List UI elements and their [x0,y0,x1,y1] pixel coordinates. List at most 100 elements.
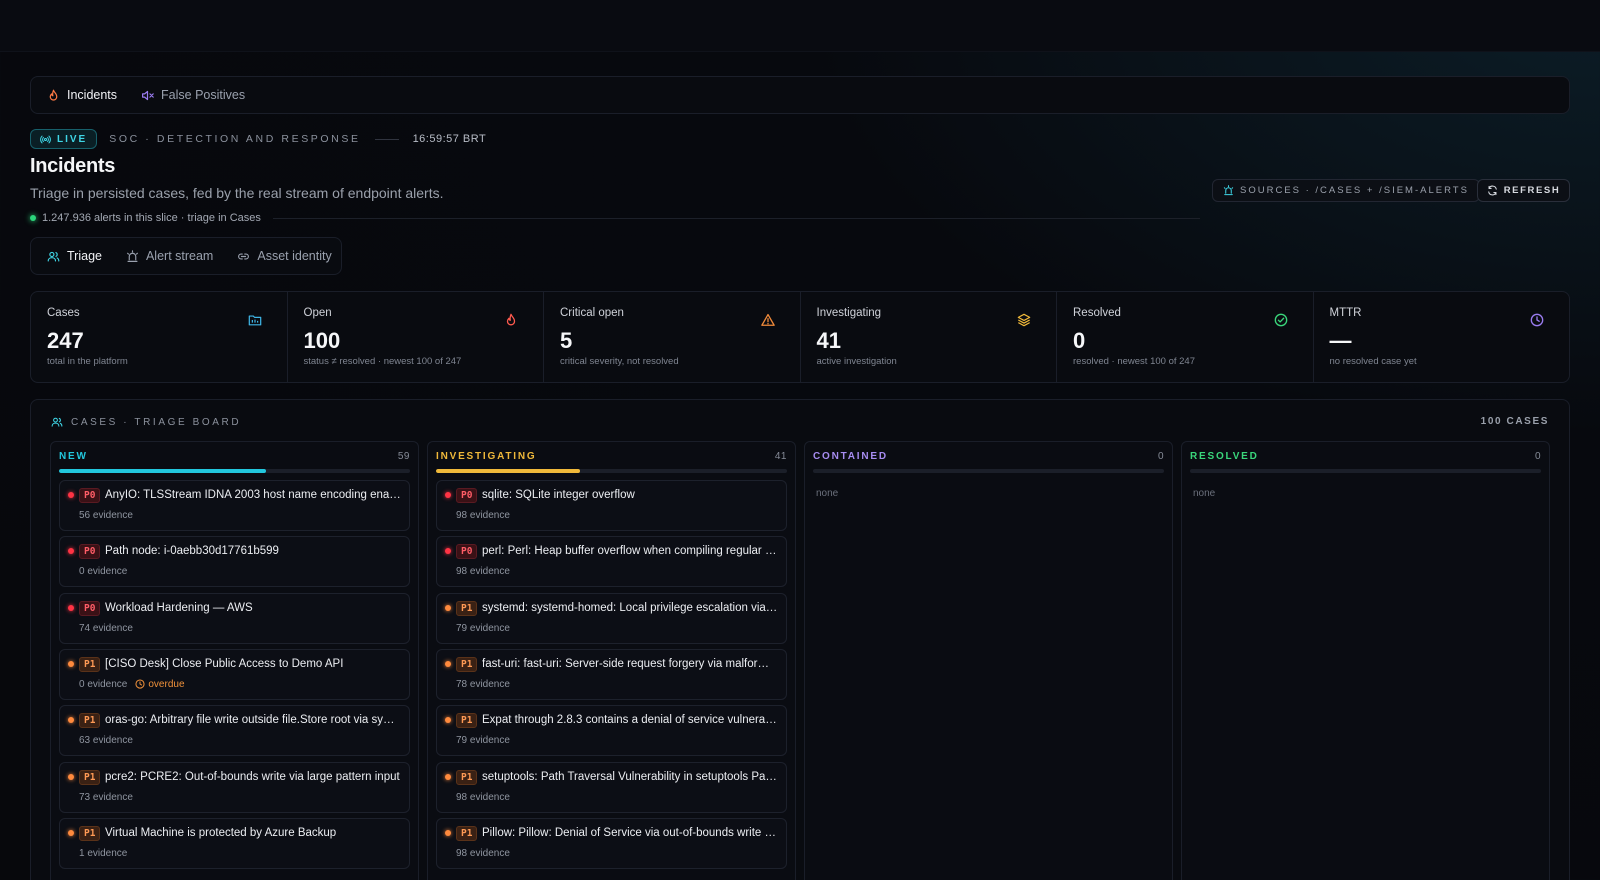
stat-value: 0 [1073,328,1086,353]
severity-dot [68,717,74,724]
column-count: 0 [1534,451,1541,462]
stat-label: Investigating [816,307,882,319]
case-card[interactable]: P0 perl: Perl: Heap buffer overflow when … [436,536,787,588]
severity-dot [445,548,451,555]
case-card[interactable]: P0 Path node: i-0aebb30d17761b599 0 eviden… [59,536,410,588]
refresh-icon [1487,185,1497,196]
evidence-count: 0 evidence [79,566,128,578]
severity-dot [445,773,451,780]
tab-label: Asset identity [257,249,332,263]
warning-icon [760,313,775,326]
mute-icon [142,90,154,100]
column-resolved: RESOLVED 0 none [1181,441,1550,880]
users-icon [51,417,63,427]
case-card[interactable]: P1 setuptools: Path Traversal Vulnerabili… [436,761,787,813]
case-card[interactable]: P0 Workload Hardening — AWS 74 evidence [59,592,410,644]
evidence-count: 98 evidence [456,791,510,803]
live-badge: LIVE [30,129,98,149]
priority-badge: P1 [79,713,101,729]
severity-dot [445,604,451,611]
case-title: Workload Hardening — AWS [105,601,253,614]
evidence-count: 98 evidence [456,847,510,859]
case-card[interactable]: P1 fast-uri: fast-uri: Server-side reques… [436,648,787,700]
sources-label: SOURCES · /CASES + /SIEM-ALERTS [1240,185,1469,196]
case-title: AnyIO: TLSStream IDNA 2003 host name enc… [105,489,401,501]
evidence-count: 0 evidence [79,678,128,690]
stat-value: 247 [47,328,84,353]
case-card[interactable]: P1 [CISO Desk] Close Public Access to Dem… [59,648,410,700]
severity-dot [68,604,74,611]
page-title: Incidents [30,155,116,177]
column-name: CONTAINED [813,451,888,462]
priority-badge: P1 [456,825,478,841]
column-header: RESOLVED 0 [1190,451,1541,462]
case-card[interactable]: P1 oras-go: Arbitrary file write outside … [59,705,410,757]
case-meta: 98 evidence [456,792,510,803]
sources-badge[interactable]: SOURCES · /CASES + /SIEM-ALERTS [1212,179,1480,202]
case-card[interactable]: P1 pcre2: PCRE2: Out-of-bounds write via … [59,761,410,813]
severity-dot [68,660,74,667]
stat-value: 41 [816,328,841,353]
triage-board: CASES · TRIAGE BOARD 100 CASES NEW 59 P0 An… [30,399,1570,880]
stat-resolved: Resolved 0 resolved · newest 100 of 247 [1057,292,1314,382]
divider [374,138,399,140]
priority-badge: P0 [79,488,101,503]
case-meta: 98 evidence [456,566,510,577]
layers-icon [1017,313,1031,327]
soc-label: SOC · DETECTION AND RESPONSE [109,133,361,145]
severity-dot [68,829,74,836]
case-card[interactable]: P1 systemd: systemd-homed: Local privileg… [436,592,787,644]
evidence-count: 56 evidence [79,510,133,521]
nav-tab-incidents[interactable]: Incidents [47,88,117,102]
case-title: Expat through 2.8.3 contains a denial of… [482,714,778,727]
column-count: 0 [1157,451,1164,462]
evidence-count: 74 evidence [79,622,133,634]
stat-value: 5 [560,328,573,353]
case-title: Virtual Machine is protected by Azure Ba… [105,826,337,839]
tab-triage[interactable]: Triage [47,249,102,263]
severity-dot [445,492,451,498]
stat-value: — [1329,328,1352,353]
alert-count-text: 1.247.936 alerts in this slice · triage … [42,212,261,224]
tab-asset-identity[interactable]: Asset identity [237,249,332,263]
board-title: CASES · TRIAGE BOARD [71,416,242,428]
status-dot [30,215,36,221]
case-card[interactable]: P0 AnyIO: TLSStream IDNA 2003 host name e… [59,480,410,531]
column-contained: CONTAINED 0 none [804,441,1173,880]
empty-label: none [1193,488,1216,499]
tab-alert-stream[interactable]: Alert stream [126,249,213,263]
priority-badge: P1 [79,825,101,841]
case-card[interactable]: P0 sqlite: SQLite integer overflow 98 evid… [436,480,787,531]
case-title: sqlite: SQLite integer overflow [482,489,635,501]
evidence-count: 98 evidence [456,510,510,521]
evidence-count: 79 evidence [456,622,510,634]
column-name: RESOLVED [1190,451,1259,462]
case-card[interactable]: P1 Expat through 2.8.3 contains a denial … [436,705,787,757]
case-meta: 73 evidence [79,792,133,803]
case-meta: 0 evidence [79,566,127,577]
case-card[interactable]: P1 Pillow: Pillow: Denial of Service via … [436,817,787,869]
case-title: Path node: i-0aebb30d17761b599 [105,545,279,558]
priority-badge: P0 [79,600,101,616]
refresh-button[interactable]: REFRESH [1477,179,1570,202]
evidence-count: 73 evidence [79,791,133,803]
case-card[interactable]: P1 Virtual Machine is protected by Azure … [59,817,410,869]
alert-count-row: 1.247.936 alerts in this slice · triage … [30,212,1200,224]
stats-panel: Cases 247 total in the platform Open 100… [30,291,1570,383]
column-investigating: INVESTIGATING 41 P0 sqlite: SQLite integer … [427,441,796,880]
stat-investigating: Investigating 41 active investigation [801,292,1057,382]
tab-label: Alert stream [145,249,214,263]
priority-badge: P1 [456,600,478,616]
case-meta: 98 evidence [456,510,510,521]
board-header: CASES · TRIAGE BOARD [51,416,241,428]
nav-tab-false-positives[interactable]: False Positives [141,88,245,102]
flame-icon [49,89,58,100]
column-name: INVESTIGATING [436,451,537,462]
evidence-count: 79 evidence [456,735,510,747]
severity-dot [68,492,74,498]
link-icon [238,252,250,260]
column-header: INVESTIGATING 41 [436,451,787,462]
severity-dot [68,773,74,780]
stat-critical-open: Critical open 5 critical severity, not r… [544,292,801,382]
stat-cases: Cases 247 total in the platform [31,292,288,382]
